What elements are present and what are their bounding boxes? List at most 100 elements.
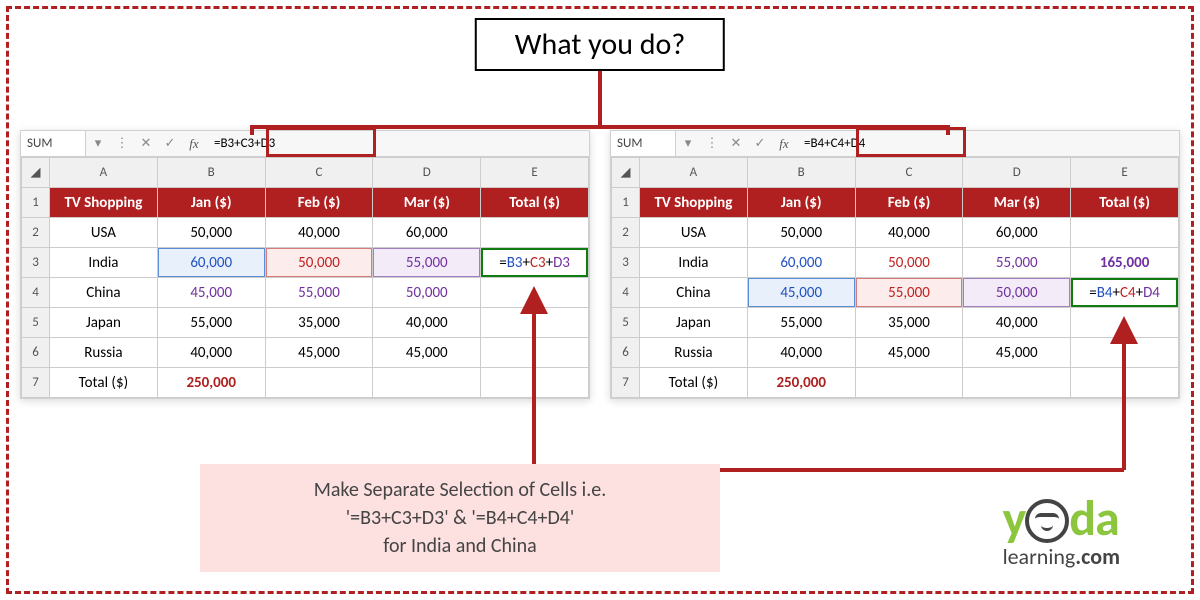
header-cell[interactable]: TV Shopping [640, 188, 748, 218]
col-header[interactable]: D [373, 158, 481, 188]
cell[interactable]: 50,000 [747, 218, 855, 248]
fx-icon[interactable]: fx [772, 136, 796, 152]
cell[interactable]: 50,000 [855, 248, 963, 278]
col-header[interactable]: E [481, 158, 589, 188]
header-cell[interactable]: Feb ($) [265, 188, 373, 218]
col-header[interactable]: B [157, 158, 265, 188]
cell[interactable]: 50,000 [373, 278, 481, 308]
col-header[interactable]: D [963, 158, 1071, 188]
cell[interactable]: 60,000 [373, 218, 481, 248]
cell[interactable]: Russia [50, 338, 158, 368]
cell[interactable]: 45,000 [265, 338, 373, 368]
active-cell[interactable]: =B3+C3+D3 [481, 248, 589, 278]
cell[interactable]: 50,000 [157, 218, 265, 248]
cell[interactable]: Total ($) [50, 368, 158, 398]
row-header[interactable]: 1 [22, 188, 50, 218]
dropdown-icon[interactable]: ▾ [86, 136, 110, 151]
header-cell[interactable]: Total ($) [481, 188, 589, 218]
cell[interactable]: 35,000 [855, 308, 963, 338]
cell[interactable]: 45,000 [373, 338, 481, 368]
cell[interactable] [963, 368, 1071, 398]
header-cell[interactable]: Jan ($) [157, 188, 265, 218]
cell[interactable]: 35,000 [265, 308, 373, 338]
cancel-icon[interactable]: ✕ [724, 136, 748, 151]
cell[interactable]: 40,000 [373, 308, 481, 338]
cell[interactable]: 60,000 [963, 218, 1071, 248]
dropdown-icon[interactable]: ▾ [676, 136, 700, 151]
row-header[interactable]: 5 [612, 308, 640, 338]
cell[interactable]: USA [640, 218, 748, 248]
active-cell[interactable]: =B4+C4+D4 [1071, 278, 1179, 308]
row-header[interactable]: 2 [612, 218, 640, 248]
header-cell[interactable]: Feb ($) [855, 188, 963, 218]
cell[interactable]: 40,000 [747, 338, 855, 368]
result-cell[interactable]: 165,000 [1071, 248, 1179, 278]
header-cell[interactable]: Jan ($) [747, 188, 855, 218]
cell[interactable]: 45,000 [157, 278, 265, 308]
cell[interactable] [855, 368, 963, 398]
enter-icon[interactable]: ✓ [158, 136, 182, 151]
row-header[interactable]: 2 [22, 218, 50, 248]
col-header[interactable]: A [50, 158, 158, 188]
cell[interactable]: 55,000 [963, 248, 1071, 278]
row-header[interactable]: 7 [612, 368, 640, 398]
cell[interactable]: USA [50, 218, 158, 248]
header-cell[interactable]: Mar ($) [373, 188, 481, 218]
row-header[interactable]: 3 [22, 248, 50, 278]
row-header[interactable]: 7 [22, 368, 50, 398]
cell[interactable]: 40,000 [963, 308, 1071, 338]
col-header[interactable]: E [1071, 158, 1179, 188]
cancel-icon[interactable]: ✕ [134, 136, 158, 151]
select-all-corner[interactable]: ◢ [612, 158, 640, 188]
row-header[interactable]: 1 [612, 188, 640, 218]
cell[interactable] [1071, 218, 1179, 248]
formula-text[interactable]: =B3+C3+D3 [206, 136, 275, 151]
name-box[interactable]: SUM [21, 131, 86, 156]
cell[interactable]: 40,000 [157, 338, 265, 368]
cell[interactable]: India [50, 248, 158, 278]
cell[interactable]: India [640, 248, 748, 278]
header-cell[interactable]: Total ($) [1071, 188, 1179, 218]
fx-icon[interactable]: fx [182, 136, 206, 152]
cell[interactable]: Total ($) [640, 368, 748, 398]
row-header[interactable]: 4 [612, 278, 640, 308]
header-cell[interactable]: Mar ($) [963, 188, 1071, 218]
col-header[interactable]: B [747, 158, 855, 188]
cell-ref-purple[interactable]: 55,000 [373, 248, 481, 278]
cell[interactable]: Japan [50, 308, 158, 338]
cell[interactable]: 55,000 [747, 308, 855, 338]
cell[interactable] [265, 368, 373, 398]
total-cell[interactable]: 250,000 [157, 368, 265, 398]
cell[interactable]: 55,000 [157, 308, 265, 338]
row-header[interactable]: 6 [22, 338, 50, 368]
formula-text[interactable]: =B4+C4+D4 [796, 136, 865, 151]
cell[interactable]: 45,000 [963, 338, 1071, 368]
cell[interactable]: 60,000 [747, 248, 855, 278]
col-header[interactable]: A [640, 158, 748, 188]
cell-ref-blue[interactable]: 60,000 [157, 248, 265, 278]
cell-ref-purple[interactable]: 50,000 [963, 278, 1071, 308]
cell[interactable]: Japan [640, 308, 748, 338]
col-header[interactable]: C [265, 158, 373, 188]
cell[interactable]: China [50, 278, 158, 308]
cell[interactable] [373, 368, 481, 398]
cell[interactable]: China [640, 278, 748, 308]
cell[interactable]: 40,000 [855, 218, 963, 248]
row-header[interactable]: 6 [612, 338, 640, 368]
name-box[interactable]: SUM [611, 131, 676, 156]
select-all-corner[interactable]: ◢ [22, 158, 50, 188]
cell-ref-blue[interactable]: 45,000 [747, 278, 855, 308]
enter-icon[interactable]: ✓ [748, 136, 772, 151]
row-header[interactable]: 5 [22, 308, 50, 338]
cell[interactable]: 45,000 [855, 338, 963, 368]
cell-ref-red[interactable]: 55,000 [855, 278, 963, 308]
cell[interactable]: 55,000 [265, 278, 373, 308]
col-header[interactable]: C [855, 158, 963, 188]
header-cell[interactable]: TV Shopping [50, 188, 158, 218]
cell-ref-red[interactable]: 50,000 [265, 248, 373, 278]
cell[interactable] [481, 218, 589, 248]
cell[interactable]: Russia [640, 338, 748, 368]
cell[interactable]: 40,000 [265, 218, 373, 248]
row-header[interactable]: 3 [612, 248, 640, 278]
total-cell[interactable]: 250,000 [747, 368, 855, 398]
